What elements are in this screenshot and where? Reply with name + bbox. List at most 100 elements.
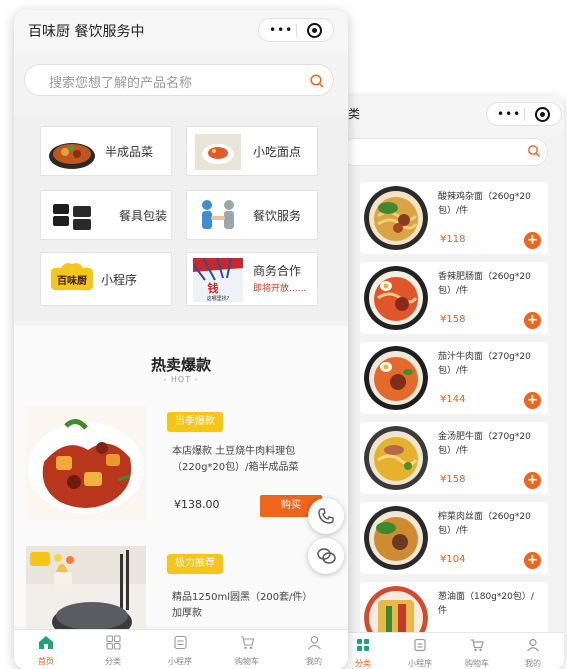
product-name: 茄汁牛肉面（270g*20包）/件: [438, 352, 531, 376]
category-page-tabbar: 分类 小程序 购物车 我的: [330, 632, 564, 669]
category-page-header: 类 •••: [330, 96, 564, 132]
add-to-cart-button[interactable]: +: [524, 232, 541, 249]
product-name: 葱油面（180g*20包）/件: [438, 592, 534, 616]
noodle-bowl-image: [364, 266, 428, 330]
product-tag: 当季爆款: [167, 412, 223, 432]
search-icon: [310, 74, 324, 88]
tab-category[interactable]: 分类: [83, 635, 143, 667]
add-to-cart-button[interactable]: +: [524, 392, 541, 409]
tab-label: 我的: [525, 659, 541, 668]
category-label: 小程序: [101, 273, 138, 287]
product-card[interactable]: 茄汁牛肉面（270g*20包）/件 ¥144 +: [360, 342, 548, 414]
coming-soon-label: 即将开放......: [253, 284, 307, 294]
category-catering-service[interactable]: 餐饮服务: [186, 190, 318, 240]
more-menu-icon[interactable]: •••: [497, 107, 521, 121]
category-miniapp[interactable]: 百味厨 小程序: [40, 252, 172, 306]
home-icon: [39, 636, 53, 649]
grid-icon: [357, 639, 369, 651]
miniapp-capsule: •••: [486, 102, 562, 126]
product-price: ¥138.00: [174, 498, 220, 511]
hot-section-subtitle: - HOT -: [163, 375, 199, 384]
category-label: 商务合作: [253, 264, 302, 278]
beef-potato-dish-image: [26, 406, 146, 520]
tab-home[interactable]: 首页: [16, 635, 76, 667]
cart-icon: [240, 636, 254, 649]
add-to-cart-button[interactable]: +: [524, 552, 541, 569]
user-icon: [527, 638, 539, 652]
home-page-header: 百味厨 餐饮服务中 •••: [14, 10, 348, 52]
product-name: 精品1250ml圆黑（200套/件）加厚款: [172, 592, 313, 619]
home-page-phone: 百味厨 餐饮服务中 ••• 搜索您想了解的产品名称 半成品菜 小吃面点 餐具包装…: [14, 10, 348, 669]
dumpling-plate-icon: [195, 134, 241, 170]
product-card[interactable]: 酸辣鸡杂面（260g*20包）/件 ¥118 +: [360, 182, 548, 254]
grid-icon: [105, 635, 121, 650]
cart-icon: [471, 639, 484, 652]
category-label: 半成品菜: [105, 145, 154, 159]
tab-label: 首页: [38, 657, 54, 666]
hot-product-card[interactable]: 当季爆款 本店爆款 土豆烧牛肉料理包（220g*20包）/箱半成品菜 ¥138.…: [14, 406, 348, 530]
category-snacks[interactable]: 小吃面点: [186, 126, 318, 176]
stew-dish-icon: [49, 143, 95, 169]
money-poster-icon: 钱这哪里找?: [193, 258, 243, 302]
tab-label: 小程序: [168, 657, 192, 666]
screenshot-stage: 类 ••• 酸辣鸡杂面（260g*20包）/件 ¥118 + 香辣肥肠面（260…: [0, 0, 567, 669]
product-name: 香辣肥肠面（260g*20包）/件: [438, 272, 531, 296]
customer-service-button[interactable]: [308, 538, 344, 574]
search-placeholder: 搜索您想了解的产品名称: [49, 76, 193, 91]
category-page-title: 类: [348, 107, 361, 121]
tab-mine[interactable]: 我的: [508, 637, 558, 669]
search-input[interactable]: 搜索您想了解的产品名称: [24, 64, 334, 96]
tab-cart[interactable]: 购物车: [452, 637, 502, 669]
miniapp-icon: [414, 638, 426, 652]
tab-label: 分类: [105, 657, 121, 666]
noodle-bowl-image: [364, 346, 428, 410]
phone-icon: [318, 508, 334, 524]
miniapp-capsule: •••: [258, 18, 334, 42]
product-tag: 极力推荐: [167, 554, 223, 574]
category-tableware[interactable]: 餐具包装: [40, 190, 172, 240]
add-to-cart-button[interactable]: +: [524, 312, 541, 329]
tab-miniapp[interactable]: 小程序: [395, 637, 445, 669]
category-business-cooperation[interactable]: 钱这哪里找? 商务合作 即将开放......: [186, 252, 318, 306]
product-name: 本店爆款 土豆烧牛肉料理包（220g*20包）/箱半成品菜: [172, 446, 299, 473]
phone-call-button[interactable]: [308, 498, 344, 534]
svg-text:钱: 钱: [208, 281, 219, 295]
close-miniapp-icon[interactable]: [307, 23, 322, 38]
chat-icon: [317, 548, 336, 564]
miniapp-icon: [173, 635, 187, 650]
tab-label: 小程序: [408, 659, 432, 668]
product-card[interactable]: 金汤肥牛面（270g*20包）/件 ¥158 +: [360, 422, 548, 494]
category-label: 餐具包装: [119, 209, 168, 223]
hot-products-section: 热卖爆款 - HOT - 当季爆款 本店爆款 土豆烧牛肉料理包（220g*20包…: [14, 326, 348, 646]
product-name: 金汤肥牛面（270g*20包）/件: [438, 432, 531, 456]
product-price: ¥144: [440, 394, 466, 405]
capsule-divider: [296, 24, 297, 37]
category-label: 餐饮服务: [253, 209, 302, 223]
product-price: ¥158: [440, 474, 466, 485]
tab-label: 我的: [306, 657, 322, 666]
category-semi-finished[interactable]: 半成品菜: [40, 126, 172, 176]
product-name: 榨菜肉丝面（260g*20包）/件: [438, 512, 531, 536]
svg-text:百味厨: 百味厨: [57, 274, 87, 287]
close-miniapp-icon[interactable]: [535, 107, 550, 122]
product-price: ¥118: [440, 234, 466, 245]
brand-logo-icon: 百味厨: [51, 263, 93, 290]
noodle-bowl-image: [364, 506, 428, 570]
search-input[interactable]: [340, 138, 548, 166]
product-card[interactable]: 香辣肥肠面（260g*20包）/件 ¥158 +: [360, 262, 548, 334]
tab-miniapp[interactable]: 小程序: [150, 635, 210, 667]
tab-label: 购物车: [235, 657, 259, 666]
category-label: 小吃面点: [253, 145, 302, 159]
add-to-cart-button[interactable]: +: [524, 472, 541, 489]
noodle-bowl-image: [364, 426, 428, 490]
tab-mine[interactable]: 我的: [284, 635, 344, 667]
category-grid: 半成品菜 小吃面点 餐具包装 餐饮服务 百味厨 小程序 钱这哪里找? 商务合作 …: [14, 116, 348, 321]
product-card[interactable]: 榨菜肉丝面（260g*20包）/件 ¥104 +: [360, 502, 548, 574]
home-page-tabbar: 首页 分类 小程序 购物车 我的: [14, 629, 348, 669]
tab-cart[interactable]: 购物车: [217, 635, 277, 667]
page-title: 百味厨 餐饮服务中: [28, 24, 145, 40]
tab-label: 购物车: [465, 659, 489, 668]
product-price: ¥158: [440, 314, 466, 325]
more-menu-icon[interactable]: •••: [269, 23, 293, 37]
product-name: 酸辣鸡杂面（260g*20包）/件: [438, 192, 531, 216]
